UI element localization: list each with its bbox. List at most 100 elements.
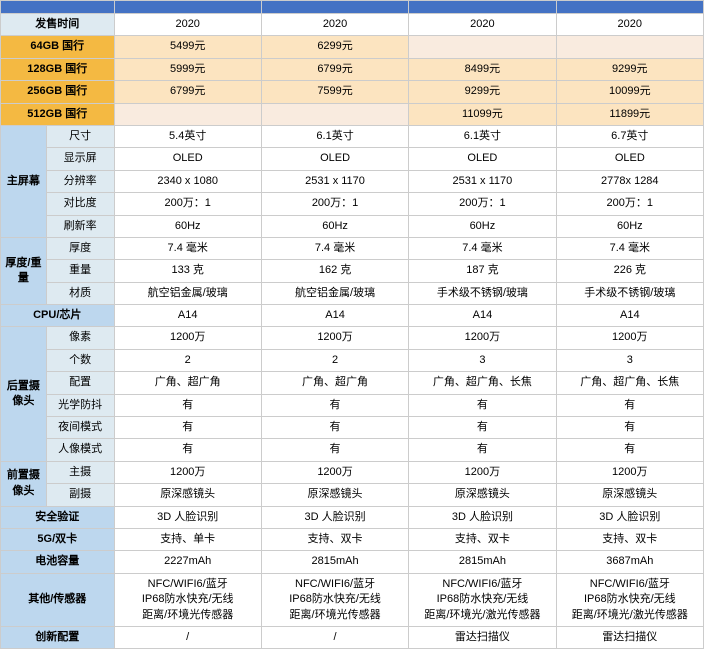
cell-d-23: 支持、双卡 bbox=[261, 528, 408, 550]
cell-b-12: 材质 bbox=[46, 282, 114, 304]
cell-c-19: 有 bbox=[114, 439, 261, 461]
cell-e-15: 3 bbox=[409, 349, 556, 371]
cell-b-11: 重量 bbox=[46, 260, 114, 282]
cell-f-12: 手术级不锈钢/玻璃 bbox=[556, 282, 703, 304]
cell-c-8: 200万：1 bbox=[114, 193, 261, 215]
cell-f-18: 有 bbox=[556, 417, 703, 439]
cell-d-11: 162 克 bbox=[261, 260, 408, 282]
cell-ab-23: 5G/双卡 bbox=[1, 528, 115, 550]
cell-ab-4: 512GB 国行 bbox=[1, 103, 115, 125]
cell-c-4 bbox=[114, 103, 261, 125]
cell-d-5: 6.1英寸 bbox=[261, 125, 408, 147]
cell-d-16: 广角、超广角 bbox=[261, 372, 408, 394]
cell-f-8: 200万：1 bbox=[556, 193, 703, 215]
cell-f-16: 广角、超广角、长焦 bbox=[556, 372, 703, 394]
cell-ab-24: 电池容量 bbox=[1, 551, 115, 573]
cell-e-24: 2815mAh bbox=[409, 551, 556, 573]
cell-d-15: 2 bbox=[261, 349, 408, 371]
cell-e-3: 9299元 bbox=[409, 81, 556, 103]
promax-header bbox=[556, 1, 703, 14]
cell-e-6: OLED bbox=[409, 148, 556, 170]
cell-e-9: 60Hz bbox=[409, 215, 556, 237]
cell-f-9: 60Hz bbox=[556, 215, 703, 237]
cell-d-3: 7599元 bbox=[261, 81, 408, 103]
cell-e-23: 支持、双卡 bbox=[409, 528, 556, 550]
cell-f-19: 有 bbox=[556, 439, 703, 461]
cell-c-7: 2340 x 1080 bbox=[114, 170, 261, 192]
cell-f-2: 9299元 bbox=[556, 58, 703, 80]
cell-e-17: 有 bbox=[409, 394, 556, 416]
cell-d-26: / bbox=[261, 626, 408, 648]
cell-d-0: 2020 bbox=[261, 14, 408, 36]
cell-a-14: 后置摄像头 bbox=[1, 327, 47, 461]
cell-c-23: 支持、单卡 bbox=[114, 528, 261, 550]
cell-f-6: OLED bbox=[556, 148, 703, 170]
cell-e-22: 3D 人脸识别 bbox=[409, 506, 556, 528]
pro-header bbox=[409, 1, 556, 14]
cell-e-4: 11099元 bbox=[409, 103, 556, 125]
cell-c-1: 5499元 bbox=[114, 36, 261, 58]
cell-c-15: 2 bbox=[114, 349, 261, 371]
cell-b-15: 个数 bbox=[46, 349, 114, 371]
cell-c-11: 133 克 bbox=[114, 260, 261, 282]
cell-e-8: 200万：1 bbox=[409, 193, 556, 215]
cell-c-9: 60Hz bbox=[114, 215, 261, 237]
cell-e-13: A14 bbox=[409, 305, 556, 327]
cell-d-10: 7.4 毫米 bbox=[261, 237, 408, 259]
cell-ab-22: 安全验证 bbox=[1, 506, 115, 528]
cell-e-14: 1200万 bbox=[409, 327, 556, 349]
model-header bbox=[1, 1, 115, 14]
cell-b-10: 厚度 bbox=[46, 237, 114, 259]
cell-f-22: 3D 人脸识别 bbox=[556, 506, 703, 528]
cell-d-9: 60Hz bbox=[261, 215, 408, 237]
cell-f-24: 3687mAh bbox=[556, 551, 703, 573]
cell-b-18: 夜间模式 bbox=[46, 417, 114, 439]
cell-e-16: 广角、超广角、长焦 bbox=[409, 372, 556, 394]
cell-e-10: 7.4 毫米 bbox=[409, 237, 556, 259]
cell-d-20: 1200万 bbox=[261, 461, 408, 483]
cell-e-18: 有 bbox=[409, 417, 556, 439]
cell-b-5: 尺寸 bbox=[46, 125, 114, 147]
cell-e-5: 6.1英寸 bbox=[409, 125, 556, 147]
cell-ab-25: 其他/传感器 bbox=[1, 573, 115, 626]
cell-d-25: NFC/WIFI6/蓝牙IP68防水快充/无线距离/环境光传感器 bbox=[261, 573, 408, 626]
cell-e-12: 手术级不锈钢/玻璃 bbox=[409, 282, 556, 304]
cell-e-11: 187 克 bbox=[409, 260, 556, 282]
cell-d-17: 有 bbox=[261, 394, 408, 416]
cell-ab-1: 64GB 国行 bbox=[1, 36, 115, 58]
iphone12-header bbox=[261, 1, 408, 14]
cell-a-5: 主屏幕 bbox=[1, 125, 47, 237]
cell-ab-13: CPU/芯片 bbox=[1, 305, 115, 327]
cell-f-15: 3 bbox=[556, 349, 703, 371]
cell-f-26: 雷达扫描仪 bbox=[556, 626, 703, 648]
cell-d-14: 1200万 bbox=[261, 327, 408, 349]
cell-d-19: 有 bbox=[261, 439, 408, 461]
cell-f-11: 226 克 bbox=[556, 260, 703, 282]
cell-c-21: 原深感镜头 bbox=[114, 484, 261, 506]
cell-f-21: 原深感镜头 bbox=[556, 484, 703, 506]
cell-c-26: / bbox=[114, 626, 261, 648]
cell-f-23: 支持、双卡 bbox=[556, 528, 703, 550]
cell-e-20: 1200万 bbox=[409, 461, 556, 483]
cell-a-20: 前置摄像头 bbox=[1, 461, 47, 506]
cell-c-14: 1200万 bbox=[114, 327, 261, 349]
cell-c-22: 3D 人脸识别 bbox=[114, 506, 261, 528]
cell-b-6: 显示屏 bbox=[46, 148, 114, 170]
cell-e-2: 8499元 bbox=[409, 58, 556, 80]
cell-b-20: 主摄 bbox=[46, 461, 114, 483]
cell-f-1 bbox=[556, 36, 703, 58]
cell-c-17: 有 bbox=[114, 394, 261, 416]
cell-d-22: 3D 人脸识别 bbox=[261, 506, 408, 528]
cell-e-25: NFC/WIFI6/蓝牙IP68防水快充/无线距离/环境光/激光传感器 bbox=[409, 573, 556, 626]
cell-c-24: 2227mAh bbox=[114, 551, 261, 573]
cell-b-7: 分辨率 bbox=[46, 170, 114, 192]
cell-f-13: A14 bbox=[556, 305, 703, 327]
cell-ab-26: 创新配置 bbox=[1, 626, 115, 648]
cell-c-25: NFC/WIFI6/蓝牙IP68防水快充/无线距离/环境光传感器 bbox=[114, 573, 261, 626]
cell-c-5: 5.4英寸 bbox=[114, 125, 261, 147]
cell-e-26: 雷达扫描仪 bbox=[409, 626, 556, 648]
cell-b-9: 刷新率 bbox=[46, 215, 114, 237]
cell-f-17: 有 bbox=[556, 394, 703, 416]
cell-d-6: OLED bbox=[261, 148, 408, 170]
cell-ab-0: 发售时间 bbox=[1, 14, 115, 36]
